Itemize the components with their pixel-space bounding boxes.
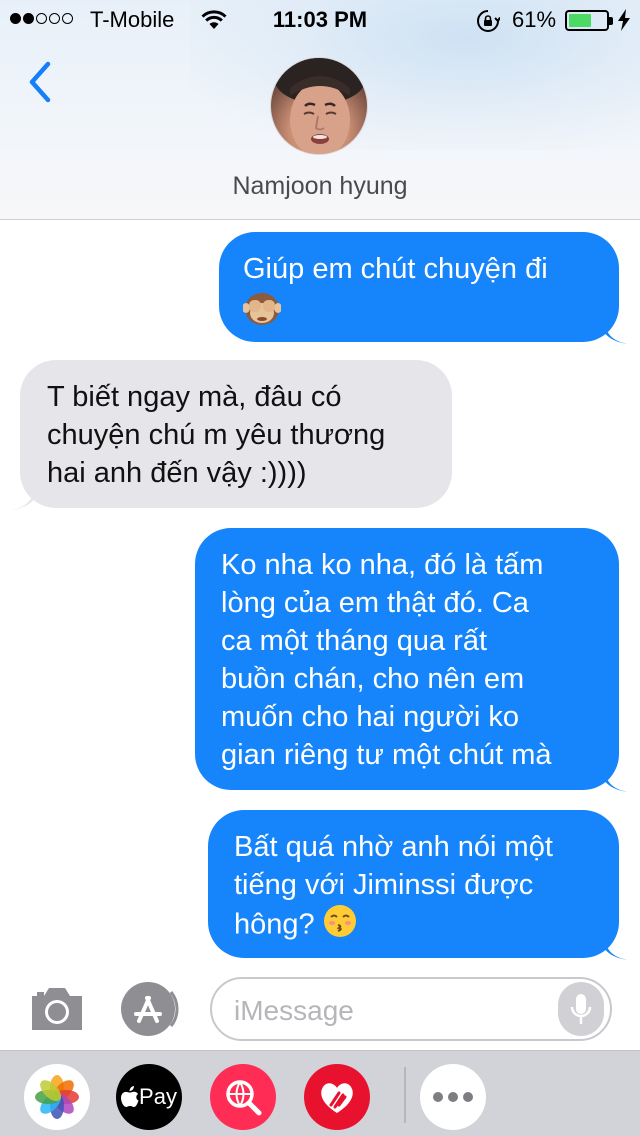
kissing-face-emoji	[323, 904, 357, 948]
sent-message-bubble[interactable]: Giúp em chút chuyện đi	[219, 232, 629, 344]
message-line: lòng của em thật đó. Ca	[221, 587, 529, 619]
apple-pay-app-button[interactable]: Pay	[116, 1064, 182, 1130]
microphone-icon	[570, 994, 592, 1024]
message-line: gian riêng tư một chút mà	[221, 739, 552, 771]
message-line-text: hông?	[234, 908, 315, 941]
orientation-lock-icon	[477, 10, 500, 32]
message-line: muốn cho hai người ko	[221, 701, 519, 733]
photos-app-button[interactable]	[24, 1064, 90, 1130]
more-apps-button[interactable]	[420, 1064, 486, 1130]
app-store-button[interactable]	[119, 980, 181, 1038]
sent-message-bubble[interactable]: Bất quá nhờ anh nói một tiếng với Jimins…	[208, 810, 629, 960]
message-line: chuyện chú m yêu thương	[47, 419, 386, 451]
sent-message-bubble[interactable]: Ko nha ko nha, đó là tấm lòng của em thậ…	[195, 528, 629, 792]
avatar-photo	[274, 58, 366, 154]
imessage-input[interactable]: iMessage	[210, 977, 612, 1041]
message-line: ca một tháng qua rất	[221, 625, 487, 657]
message-line: hai anh đến vậy :))))	[47, 457, 307, 489]
status-bar: T-Mobile 11:03 PM 61%	[0, 0, 640, 40]
photos-icon	[35, 1075, 79, 1119]
drawer-divider	[404, 1067, 406, 1123]
contact-avatar[interactable]	[270, 57, 368, 155]
bubble-tail	[599, 762, 629, 792]
bubble-tail	[599, 314, 629, 344]
battery-icon	[565, 10, 613, 31]
message-line: Bất quá nhờ anh nói một	[234, 831, 553, 863]
back-button[interactable]	[22, 58, 62, 106]
microphone-button[interactable]	[558, 982, 604, 1036]
bubble-tail	[10, 480, 40, 510]
charging-bolt-icon	[618, 9, 630, 31]
message-line: buồn chán, cho nên em	[221, 663, 525, 695]
apple-pay-label: Pay	[139, 1084, 177, 1109]
message-line: T biết ngay mà, đâu có	[47, 381, 342, 413]
message-thread: Giúp em chút chuyện đi T biết ngay mà, đ…	[0, 220, 640, 970]
app-drawer: Pay	[0, 1050, 640, 1136]
chevron-left-icon	[29, 61, 51, 103]
bubble-tail	[599, 930, 629, 960]
globe-search-icon	[226, 1080, 262, 1116]
imessage-placeholder: iMessage	[234, 995, 354, 1026]
apple-logo-icon	[121, 1086, 139, 1107]
message-line: Giúp em chút chuyện đi	[243, 253, 548, 285]
received-message-bubble[interactable]: T biết ngay mà, đâu có chuyện chú m yêu …	[10, 360, 452, 510]
contact-name[interactable]: Namjoon hyung	[0, 172, 640, 201]
conversation-header: T-Mobile 11:03 PM 61% Namjoon hyung	[0, 0, 640, 220]
camera-icon	[32, 988, 82, 1030]
message-line: Ko nha ko nha, đó là tấm	[221, 549, 544, 581]
message-line: tiếng với Jiminssi được	[234, 869, 534, 901]
camera-button[interactable]	[28, 982, 86, 1036]
app-store-icon	[121, 982, 179, 1036]
message-line-last: hông?	[234, 904, 593, 948]
more-dots-icon	[433, 1092, 473, 1102]
battery-percentage: 61%	[512, 7, 557, 32]
message-input-bar: iMessage	[0, 970, 640, 1050]
digital-touch-app-button[interactable]	[304, 1064, 370, 1130]
image-search-app-button[interactable]	[210, 1064, 276, 1130]
see-no-evil-monkey-emoji	[242, 290, 282, 336]
heart-hands-icon	[321, 1083, 353, 1113]
